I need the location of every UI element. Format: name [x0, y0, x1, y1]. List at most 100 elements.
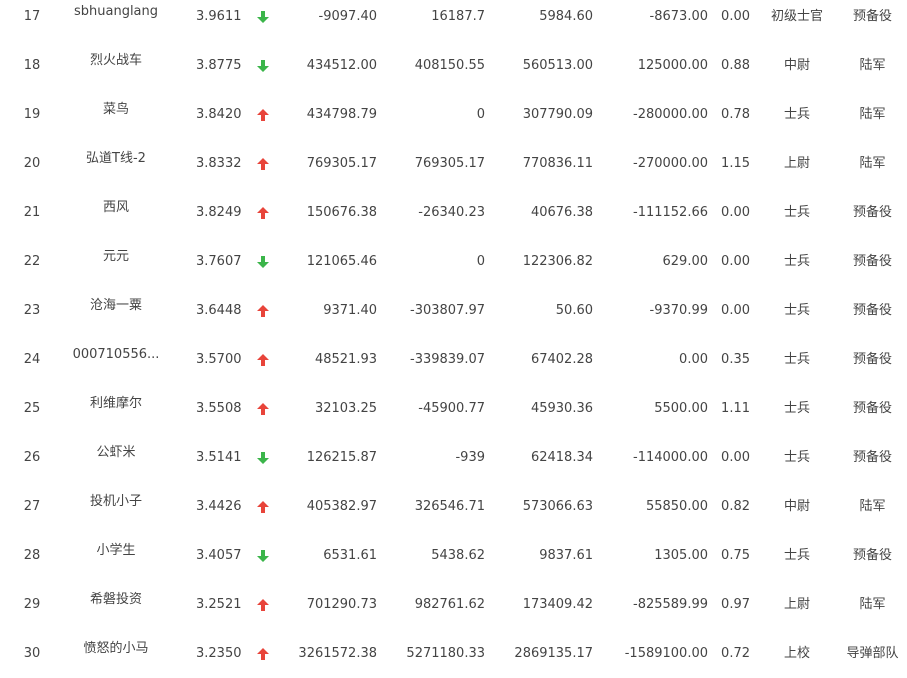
user-name-link[interactable]: 投机小子	[64, 482, 168, 531]
trend-up-arrow-icon	[256, 90, 270, 139]
unit-cell: 预备役	[852, 352, 892, 367]
military-rank-cell: 士兵	[783, 303, 810, 318]
military-rank-cell: 士兵	[783, 205, 810, 220]
unit-cell: 预备役	[852, 254, 892, 269]
score-cell: 3.4057	[196, 548, 242, 563]
user-name-link[interactable]: 烈火战车	[64, 41, 168, 90]
rank-cell: 17	[23, 9, 41, 24]
trend-up-arrow-icon	[256, 139, 270, 188]
user-name-link[interactable]: 利维摩尔	[64, 384, 168, 433]
value-cell-1: 121065.46	[306, 254, 377, 269]
value-cell-3: 573066.63	[522, 499, 593, 514]
value-cell-5: 0.00	[721, 450, 750, 465]
user-name-link[interactable]: 希磐投资	[64, 580, 168, 629]
value-cell-5: 0.88	[721, 58, 750, 73]
score-cell: 3.8420	[196, 107, 242, 122]
value-cell-5: 0.35	[721, 352, 750, 367]
user-name-link[interactable]: 沧海一粟	[64, 286, 168, 335]
score-cell: 3.8775	[196, 58, 242, 73]
rank-cell: 26	[23, 450, 41, 465]
military-rank-cell: 上尉	[783, 156, 810, 171]
user-name-link[interactable]: 菜鸟	[64, 90, 168, 139]
unit-cell: 预备役	[852, 401, 892, 416]
value-cell-5: 1.15	[721, 156, 750, 171]
user-name-link[interactable]: 公虾米	[64, 433, 168, 482]
value-cell-4: 629.00	[662, 254, 709, 269]
rank-cell: 18	[23, 58, 41, 73]
ranking-table: 17 sbhuanglang 3.9611 -9097.40 16187.7 5984.6…	[0, 0, 907, 678]
value-cell-1: 9371.40	[323, 303, 377, 318]
value-cell-2: 5438.62	[431, 548, 485, 563]
military-rank-cell: 士兵	[783, 548, 810, 563]
rank-cell: 21	[23, 205, 41, 220]
table-row: 24 000710556... 3.5700 48521.93 -339839.07 67…	[0, 335, 907, 384]
unit-cell: 陆军	[859, 107, 886, 122]
value-cell-2: -26340.23	[418, 205, 485, 220]
value-cell-4: 125000.00	[637, 58, 708, 73]
table-row: 30 愤怒的小马 3.2350 3261572.38 5271180.33 2869135…	[0, 629, 907, 678]
table-row: 23 沧海一粟 3.6448 9371.40 -303807.97 50.60 -9370.…	[0, 286, 907, 335]
rank-cell: 30	[23, 646, 41, 661]
value-cell-3: 122306.82	[522, 254, 593, 269]
value-cell-3: 50.60	[555, 303, 593, 318]
military-rank-cell: 中尉	[783, 499, 810, 514]
table-row: 22 元元 3.7607 121065.46 0 122306.82 629.00 0.00 士…	[0, 237, 907, 286]
value-cell-2: 982761.62	[414, 597, 485, 612]
unit-cell: 预备役	[852, 548, 892, 563]
value-cell-2: -45900.77	[418, 401, 485, 416]
value-cell-3: 173409.42	[522, 597, 593, 612]
value-cell-1: 769305.17	[306, 156, 377, 171]
user-name-link[interactable]: 西风	[64, 188, 168, 237]
rank-cell: 25	[23, 401, 41, 416]
user-name-link[interactable]: 小学生	[64, 531, 168, 580]
value-cell-5: 0.82	[721, 499, 750, 514]
unit-cell: 预备役	[852, 450, 892, 465]
value-cell-3: 45930.36	[530, 401, 593, 416]
score-cell: 3.4426	[196, 499, 242, 514]
unit-cell: 陆军	[859, 58, 886, 73]
value-cell-5: 0.72	[721, 646, 750, 661]
value-cell-1: 701290.73	[306, 597, 377, 612]
value-cell-4: -9370.99	[649, 303, 708, 318]
value-cell-5: 0.78	[721, 107, 750, 122]
unit-cell: 导弹部队	[846, 646, 899, 661]
value-cell-3: 2869135.17	[514, 646, 593, 661]
value-cell-2: -303807.97	[410, 303, 485, 318]
table-row: 19 菜鸟 3.8420 434798.79 0 307790.09 -280000.00 0…	[0, 90, 907, 139]
value-cell-4: 0.00	[679, 352, 708, 367]
value-cell-4: -8673.00	[649, 9, 708, 24]
table-row: 18 烈火战车 3.8775 434512.00 408150.55 560513.00 1…	[0, 41, 907, 90]
military-rank-cell: 士兵	[783, 107, 810, 122]
user-name-link[interactable]: 愤怒的小马	[64, 629, 168, 678]
value-cell-4: -825589.99	[633, 597, 708, 612]
value-cell-4: 5500.00	[654, 401, 708, 416]
unit-cell: 陆军	[859, 597, 886, 612]
score-cell: 3.2521	[196, 597, 242, 612]
value-cell-4: 55850.00	[645, 499, 708, 514]
rank-cell: 22	[23, 254, 41, 269]
trend-up-arrow-icon	[256, 335, 270, 384]
score-cell: 3.8249	[196, 205, 242, 220]
value-cell-2: -339839.07	[410, 352, 485, 367]
value-cell-4: -111152.66	[633, 205, 708, 220]
value-cell-2: 408150.55	[414, 58, 485, 73]
value-cell-1: 434512.00	[306, 58, 377, 73]
value-cell-2: 0	[476, 254, 485, 269]
trend-down-arrow-icon	[256, 41, 270, 90]
user-name-link[interactable]: 元元	[64, 237, 168, 286]
value-cell-5: 1.11	[721, 401, 750, 416]
rank-cell: 28	[23, 548, 41, 563]
military-rank-cell: 士兵	[783, 352, 810, 367]
user-name-link[interactable]: sbhuanglang	[64, 0, 168, 41]
value-cell-5: 0.75	[721, 548, 750, 563]
trend-down-arrow-icon	[256, 433, 270, 482]
score-cell: 3.7607	[196, 254, 242, 269]
unit-cell: 陆军	[859, 499, 886, 514]
value-cell-4: -280000.00	[633, 107, 708, 122]
user-name-link[interactable]: 弘道T线-2	[64, 139, 168, 188]
value-cell-2: 5271180.33	[406, 646, 485, 661]
score-cell: 3.5141	[196, 450, 242, 465]
score-cell: 3.6448	[196, 303, 242, 318]
user-name-link[interactable]: 000710556...	[64, 335, 168, 384]
value-cell-2: 326546.71	[414, 499, 485, 514]
